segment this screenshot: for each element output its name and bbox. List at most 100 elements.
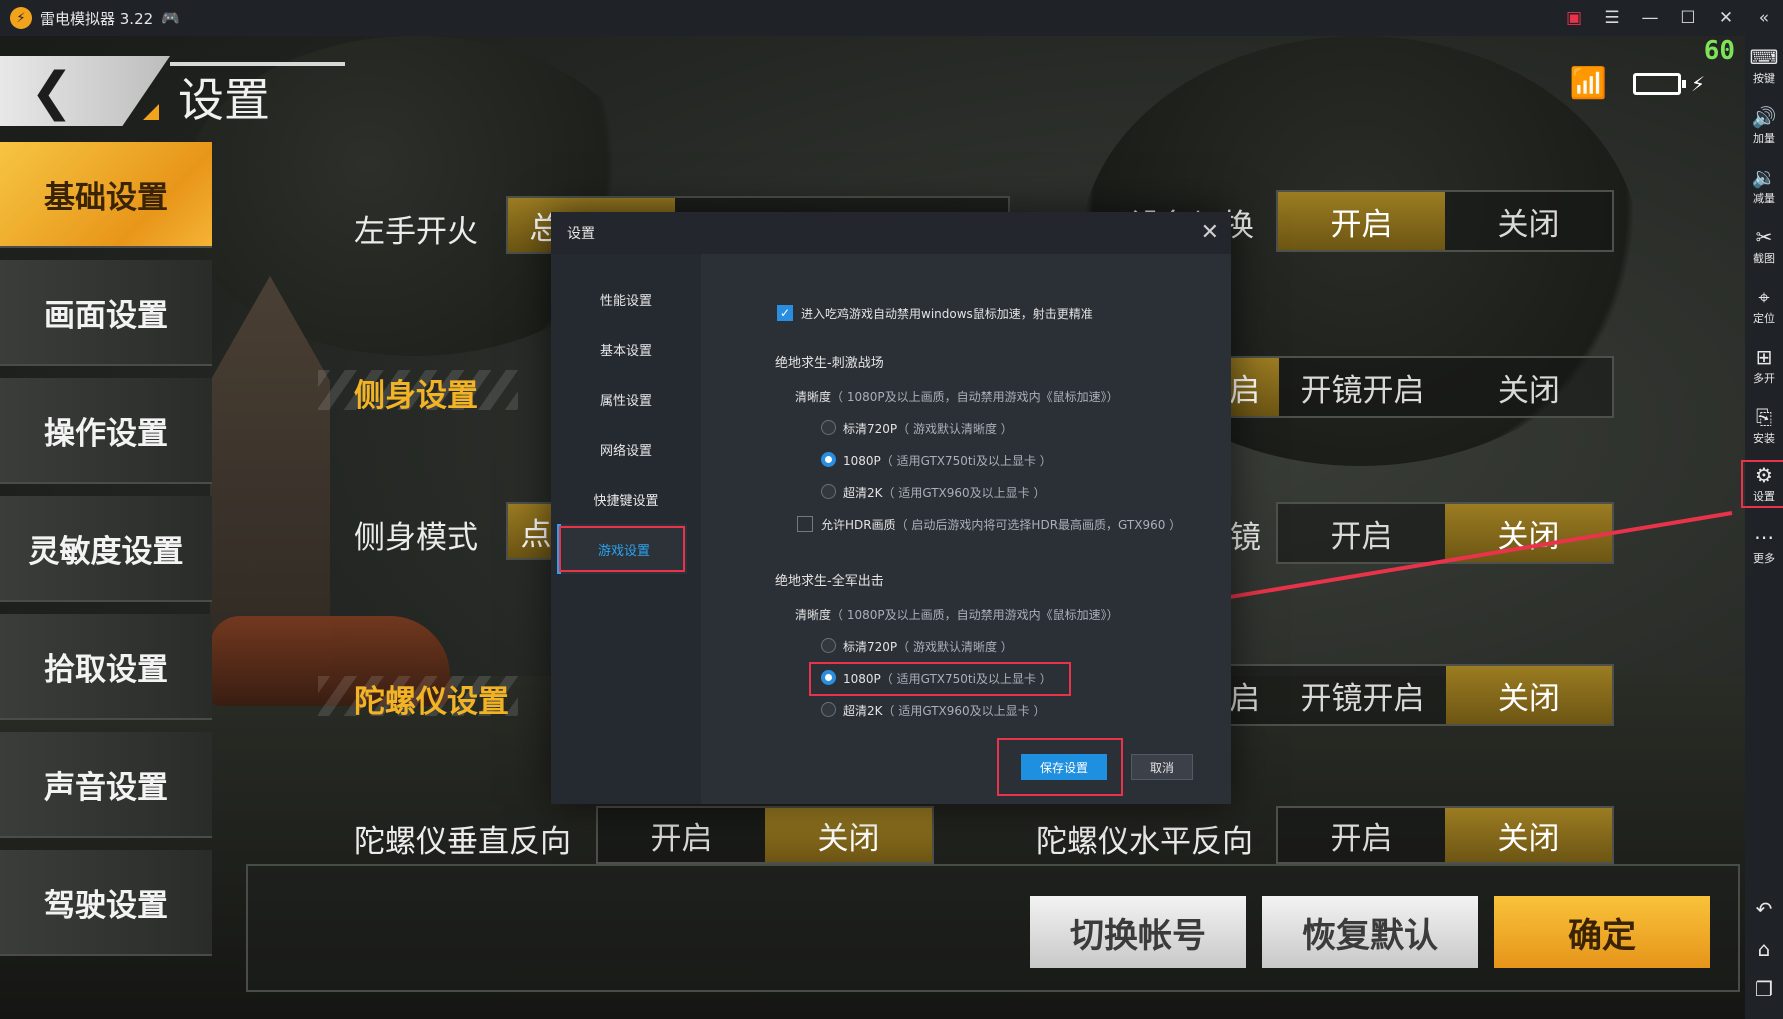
scope-on[interactable]: 开启 xyxy=(1278,504,1445,562)
scope-label: 镜 xyxy=(1230,520,1261,556)
gyro-settings-scope[interactable]: 开镜开启 xyxy=(1279,666,1445,724)
menu-graphics-settings[interactable]: 画面设置 xyxy=(0,260,212,366)
s1-option-720p: 标清720P（ 游戏默认清晰度 ） xyxy=(843,422,1013,436)
dialog-nav-network[interactable]: 网络设置 xyxy=(551,424,701,474)
equip-switch-on[interactable]: 开启 xyxy=(1278,192,1445,250)
section1-clarity: 清晰度（ 1080P及以上画质，自动禁用游戏内《鼠标加速》） xyxy=(795,390,1119,404)
keyboard-icon: ⌨ xyxy=(1749,45,1779,69)
gyro-vertical-on[interactable]: 开启 xyxy=(598,808,765,862)
gyro-horizontal-on[interactable]: 开启 xyxy=(1278,808,1445,862)
dialog-nav-properties[interactable]: 属性设置 xyxy=(551,374,701,424)
scope-toggle: 开启 关闭 xyxy=(1276,502,1614,564)
restore-default-button[interactable]: 恢复默认 xyxy=(1262,896,1478,968)
menu-driving-settings[interactable]: 驾驶设置 xyxy=(0,850,212,956)
recents-icon: ❐ xyxy=(1755,977,1773,1001)
lean-settings-heading: 侧身设置 xyxy=(354,378,478,414)
app-logo-icon: ⚡ xyxy=(10,7,32,29)
dialog-nav-basic[interactable]: 基本设置 xyxy=(551,324,701,374)
s1-option-1080p: 1080P（ 适用GTX750ti及以上显卡 ） xyxy=(843,454,1052,468)
settings-category-menu: 基础设置 画面设置 操作设置 灵敏度设置 拾取设置 声音设置 驾驶设置 xyxy=(0,142,212,968)
dialog-header: 设置 ✕ xyxy=(551,212,1231,254)
dialog-nav-game[interactable]: 游戏设置 xyxy=(557,524,687,574)
wifi-icon: 📶 xyxy=(1569,66,1607,101)
gift-icon[interactable]: ▣ xyxy=(1565,8,1583,28)
nav-recents[interactable]: ❐ xyxy=(1745,978,1783,1000)
page-title: 设置 xyxy=(178,73,270,127)
minimize-icon[interactable]: — xyxy=(1641,8,1659,28)
section2-clarity: 清晰度（ 1080P及以上画质，自动禁用游戏内《鼠标加速》） xyxy=(795,608,1119,622)
mouse-accel-checkbox[interactable]: ✓ xyxy=(777,305,793,321)
collapse-icon[interactable]: « xyxy=(1755,8,1773,28)
sidebar-item-settings[interactable]: ⚙ 设置 xyxy=(1741,460,1783,508)
s1-option-2k: 超清2K（ 适用GTX960及以上显卡 ） xyxy=(843,486,1046,500)
hdr-checkbox[interactable] xyxy=(797,516,813,532)
dialog-close-icon[interactable]: ✕ xyxy=(1201,220,1219,245)
menu-control-settings[interactable]: 操作设置 xyxy=(0,378,212,484)
scissors-icon: ✂ xyxy=(1755,225,1773,249)
fps-counter: 60 xyxy=(1703,36,1735,66)
left-fire-label: 左手开火 xyxy=(354,214,478,250)
equip-switch-off[interactable]: 关闭 xyxy=(1445,192,1612,250)
section1-title: 绝地求生-刺激战场 xyxy=(775,356,884,371)
back-arrow-icon[interactable]: ❮ xyxy=(30,62,74,122)
close-icon[interactable]: ✕ xyxy=(1717,8,1735,28)
gyro-vertical-toggle: 开启 关闭 xyxy=(596,806,934,864)
gamepad-icon[interactable]: 🎮 xyxy=(161,9,180,27)
s2-radio-1080p[interactable] xyxy=(821,670,836,685)
battery-icon xyxy=(1632,72,1686,95)
dialog-nav: 性能设置 基本设置 属性设置 网络设置 快捷键设置 游戏设置 xyxy=(551,254,701,804)
sidebar-item-volume-up[interactable]: 🔊 加量 xyxy=(1745,106,1783,146)
s2-radio-2k[interactable] xyxy=(821,702,836,717)
sidebar-item-location[interactable]: ⌖ 定位 xyxy=(1745,286,1783,326)
s2-radio-720p[interactable] xyxy=(821,638,836,653)
section2-title: 绝地求生-全军出击 xyxy=(775,574,884,589)
lean-mode-label: 侧身模式 xyxy=(354,520,478,556)
menu-sound-settings[interactable]: 声音设置 xyxy=(0,732,212,838)
nav-home[interactable]: ⌂ xyxy=(1745,938,1783,960)
gyro-horizontal-off[interactable]: 关闭 xyxy=(1445,808,1612,862)
apk-install-icon: ⎘ xyxy=(1756,405,1772,429)
location-icon: ⌖ xyxy=(1758,285,1770,309)
gyro-settings-toggle: 启 开镜开启 关闭 xyxy=(1208,664,1614,726)
lean-settings-scope[interactable]: 开镜开启 xyxy=(1279,358,1445,416)
menu-sensitivity-settings[interactable]: 灵敏度设置 xyxy=(0,496,212,602)
sidebar-item-install[interactable]: ⎘ 安装 xyxy=(1745,406,1783,446)
sidebar-item-screenshot[interactable]: ✂ 截图 xyxy=(1745,226,1783,266)
sidebar-item-more[interactable]: ⋯ 更多 xyxy=(1745,526,1783,566)
s1-radio-2k[interactable] xyxy=(821,484,836,499)
scope-off[interactable]: 关闭 xyxy=(1445,504,1612,562)
s2-option-2k: 超清2K（ 适用GTX960及以上显卡 ） xyxy=(843,704,1046,718)
equip-switch-toggle: 开启 关闭 xyxy=(1276,190,1614,252)
gyro-settings-off[interactable]: 关闭 xyxy=(1445,666,1612,724)
gyro-vertical-off[interactable]: 关闭 xyxy=(765,808,932,862)
lean-settings-toggle: 启 开镜开启 关闭 xyxy=(1208,356,1614,418)
nav-back[interactable]: ↶ xyxy=(1745,898,1783,920)
lean-settings-off[interactable]: 关闭 xyxy=(1446,358,1612,416)
sidebar-item-multi[interactable]: ⊞ 多开 xyxy=(1745,346,1783,386)
confirm-button[interactable]: 确定 xyxy=(1494,896,1710,968)
menu-pickup-settings[interactable]: 拾取设置 xyxy=(0,614,212,720)
sidebar-item-keys[interactable]: ⌨ 按键 xyxy=(1745,46,1783,86)
switch-account-button[interactable]: 切换帐号 xyxy=(1030,896,1246,968)
s2-option-1080p: 1080P（ 适用GTX750ti及以上显卡 ） xyxy=(843,672,1052,686)
s1-radio-720p[interactable] xyxy=(821,420,836,435)
dialog-cancel-button[interactable]: 取消 xyxy=(1131,754,1193,780)
dialog-nav-performance[interactable]: 性能设置 xyxy=(551,274,701,324)
game-header: ❮ 设置 xyxy=(0,46,345,136)
maximize-icon[interactable]: ☐ xyxy=(1679,8,1697,28)
s1-radio-1080p[interactable] xyxy=(821,452,836,467)
gear-icon: ⚙ xyxy=(1755,463,1773,487)
gyro-vertical-label: 陀螺仪垂直反向 xyxy=(354,824,571,860)
menu-basic-settings[interactable]: 基础设置 xyxy=(0,142,212,248)
dialog-nav-shortcuts[interactable]: 快捷键设置 xyxy=(551,474,701,524)
save-settings-button[interactable]: 保存设置 xyxy=(1021,754,1107,780)
dialog-title: 设置 xyxy=(567,226,595,242)
menu-icon[interactable]: ☰ xyxy=(1603,8,1621,28)
gyro-horizontal-label: 陀螺仪水平反向 xyxy=(1036,824,1253,860)
volume-down-icon: 🔉 xyxy=(1751,165,1777,189)
dialog-content: ✓ 进入吃鸡游戏自动禁用windows鼠标加速，射击更精准 绝地求生-刺激战场 … xyxy=(701,254,1231,804)
sidebar-item-volume-down[interactable]: 🔉 减量 xyxy=(1745,166,1783,206)
volume-up-icon: 🔊 xyxy=(1751,105,1777,129)
window-title: 雷电模拟器 3.22 xyxy=(40,9,154,28)
emulator-titlebar: ⚡ 雷电模拟器 3.22 🎮 ▣ ☰ — ☐ ✕ « xyxy=(0,0,1783,36)
